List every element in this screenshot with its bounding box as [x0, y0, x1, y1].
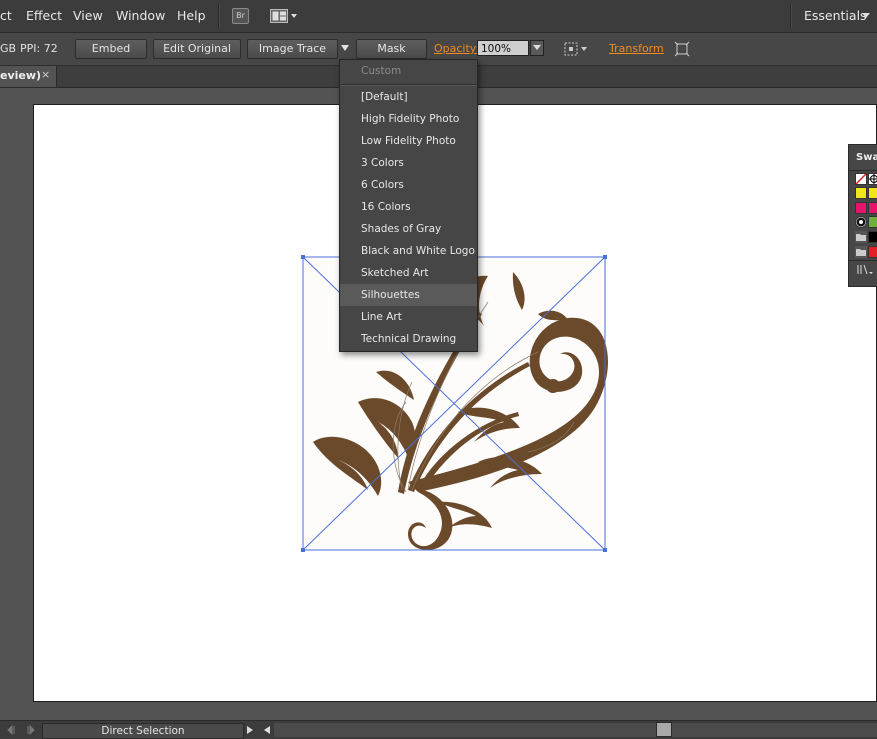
- trace-presets-menu: Custom [Default] High Fidelity Photo Low…: [339, 59, 478, 352]
- chevron-down-icon: [533, 45, 541, 51]
- trace-preset-shades-of-gray[interactable]: Shades of Gray: [340, 218, 477, 240]
- trace-preset-high-fidelity-photo[interactable]: High Fidelity Photo: [340, 108, 477, 130]
- menu-object[interactable]: ct: [0, 8, 12, 23]
- embed-button[interactable]: Embed: [75, 39, 147, 59]
- scrollbar-thumb[interactable]: [656, 722, 672, 737]
- swatch-green[interactable]: [868, 216, 877, 228]
- status-bar: Direct Selection: [0, 720, 877, 739]
- current-tool-display[interactable]: Direct Selection: [42, 723, 244, 739]
- swatch-registration[interactable]: [868, 173, 877, 185]
- folder-icon[interactable]: [855, 246, 867, 258]
- menu-view[interactable]: View: [73, 8, 103, 23]
- opacity-dropdown[interactable]: [530, 40, 544, 56]
- swatch-magenta[interactable]: [855, 202, 867, 214]
- trace-preset-3-colors[interactable]: 3 Colors: [340, 152, 477, 174]
- swatch-pattern-icon[interactable]: [855, 216, 867, 228]
- swatch-yellow[interactable]: [855, 187, 867, 199]
- swatch-yellow[interactable]: [868, 187, 877, 199]
- trace-preset-silhouettes[interactable]: Silhouettes: [340, 284, 477, 306]
- chevron-down-icon[interactable]: [862, 13, 870, 19]
- folder-icon[interactable]: [855, 231, 867, 243]
- mask-button[interactable]: Mask: [356, 39, 427, 59]
- panel-divider: [849, 170, 877, 171]
- image-trace-button[interactable]: Image Trace: [247, 39, 338, 59]
- isolate-object-icon[interactable]: [674, 41, 690, 57]
- trace-preset-low-fidelity-photo[interactable]: Low Fidelity Photo: [340, 130, 477, 152]
- menu-separator: [341, 84, 476, 85]
- bridge-button[interactable]: Br: [232, 8, 249, 24]
- horizontal-scrollbar[interactable]: [274, 723, 877, 737]
- artboard-navigation-icon[interactable]: [6, 725, 36, 735]
- document-tab-title: eview): [0, 69, 41, 82]
- status-menu-arrow-icon[interactable]: [246, 726, 254, 734]
- swatch-black[interactable]: [868, 231, 877, 243]
- trace-preset-sketched-art[interactable]: Sketched Art: [340, 262, 477, 284]
- trace-preset-custom: Custom: [340, 60, 477, 82]
- arrange-documents-icon[interactable]: [270, 8, 288, 22]
- menu-help[interactable]: Help: [177, 8, 206, 23]
- menu-divider: [790, 4, 791, 28]
- menu-window[interactable]: Window: [116, 8, 165, 23]
- scroll-left-arrow-icon[interactable]: [263, 726, 271, 734]
- swatch-none[interactable]: [855, 173, 867, 185]
- swatch-red[interactable]: [868, 246, 877, 258]
- trace-preset-16-colors[interactable]: 16 Colors: [340, 196, 477, 218]
- opacity-input[interactable]: 100%: [477, 40, 529, 56]
- close-icon[interactable]: ×: [41, 68, 50, 81]
- workspace-switcher[interactable]: Essentials: [804, 8, 867, 23]
- document-tab[interactable]: eview) ×: [0, 66, 57, 87]
- opacity-link[interactable]: Opacity:: [434, 42, 479, 55]
- trace-preset-line-art[interactable]: Line Art: [340, 306, 477, 328]
- panel-divider: [849, 260, 877, 261]
- trace-presets-dropdown-icon[interactable]: [341, 45, 349, 52]
- ppi-value: PPI: 72: [20, 42, 58, 55]
- transform-link[interactable]: Transform: [609, 42, 664, 55]
- menu-effect[interactable]: Effect: [26, 8, 62, 23]
- swatches-panel-title: Swat: [856, 152, 877, 163]
- menu-bar: ct Effect View Window Help Br Essentials: [0, 0, 877, 33]
- menu-divider: [218, 4, 219, 28]
- trace-preset-technical-drawing[interactable]: Technical Drawing: [340, 328, 477, 350]
- color-mode: GB: [0, 42, 16, 55]
- swatches-panel: Swat: [848, 144, 877, 287]
- swatch-magenta[interactable]: [868, 202, 877, 214]
- trace-preset-black-and-white-logo[interactable]: Black and White Logo: [340, 240, 477, 262]
- edit-original-button[interactable]: Edit Original: [153, 39, 241, 59]
- trace-preset-default[interactable]: [Default]: [340, 86, 477, 108]
- align-to-selection-icon[interactable]: [563, 41, 589, 57]
- trace-preset-6-colors[interactable]: 6 Colors: [340, 174, 477, 196]
- swatch-libraries-menu-icon[interactable]: [857, 264, 875, 276]
